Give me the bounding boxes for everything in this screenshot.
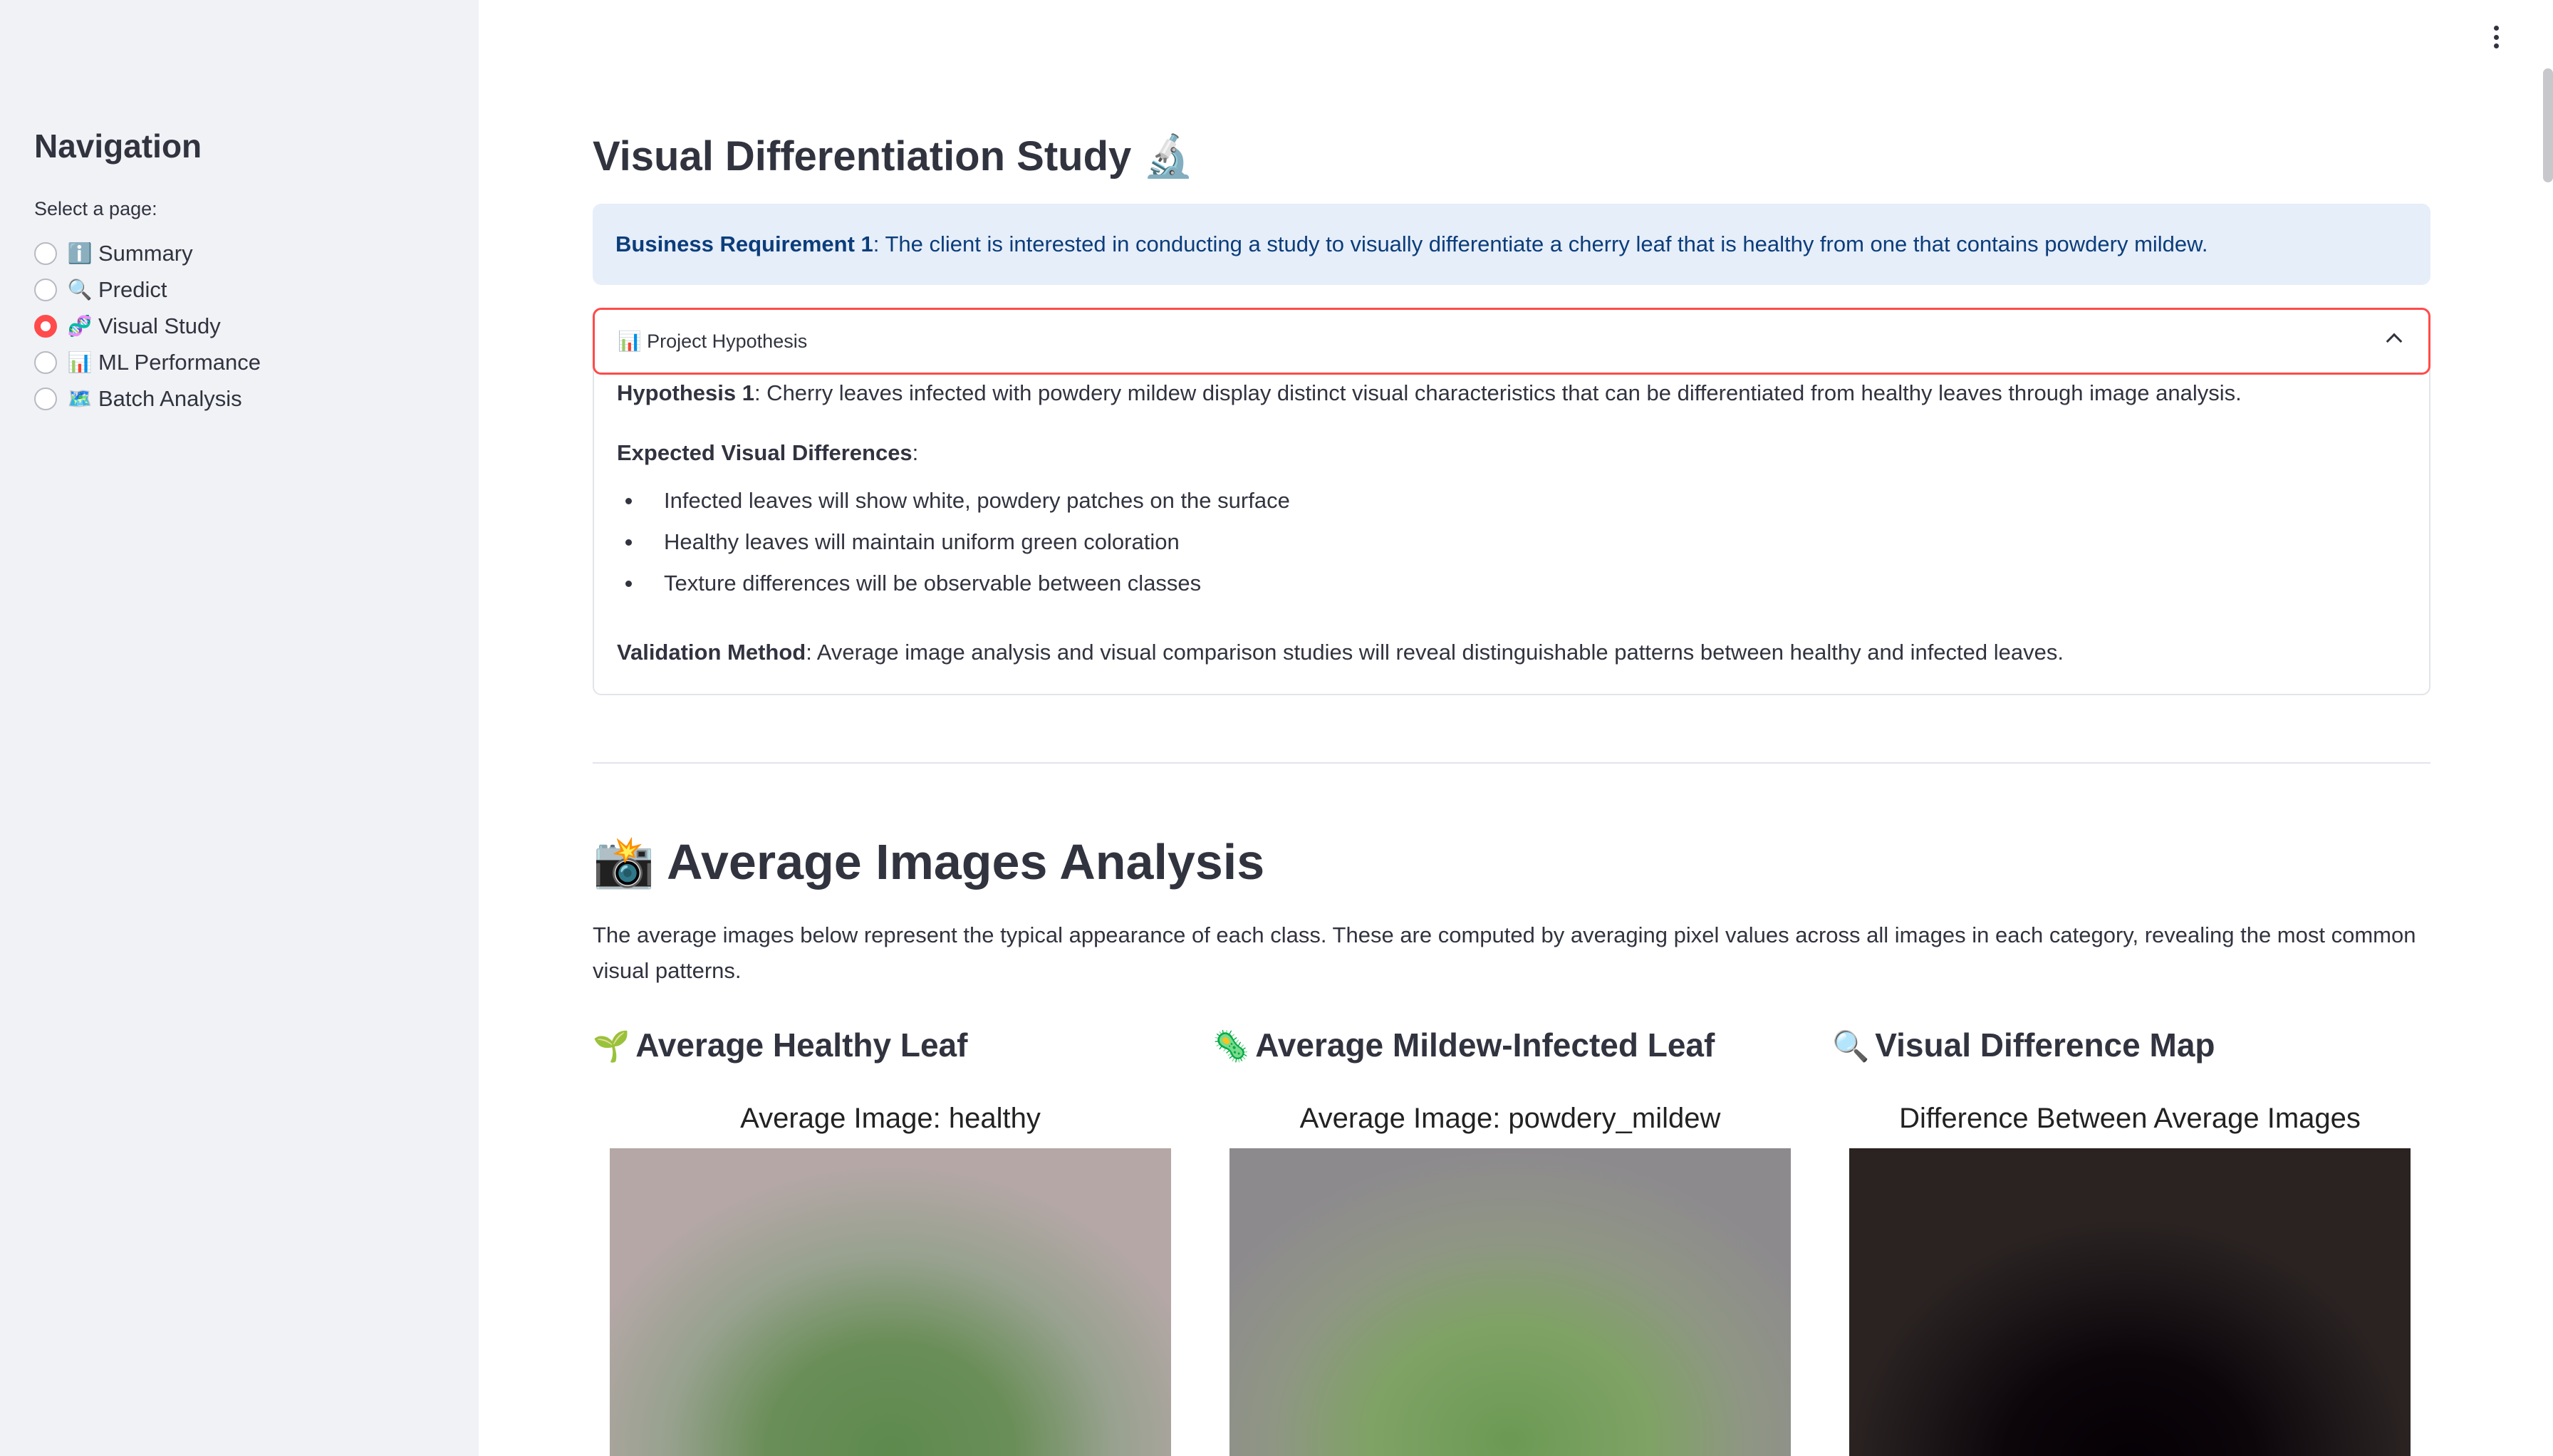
radio-ml-performance[interactable]: 📊 ML Performance (34, 344, 261, 380)
column-title: 🦠 Average Mildew-Infected Leaf (1212, 1026, 1811, 1064)
magnifier-icon: 🔍 (67, 279, 93, 301)
column-mildew: 🦠 Average Mildew-Infected Leaf Average Im… (1212, 1026, 1811, 1456)
magnifier-icon: 🔍 (1832, 1029, 1870, 1063)
radio-label: ML Performance (98, 349, 261, 375)
hypothesis-expander: 📊 Project Hypothesis Hypothesis 1: Cherr… (593, 308, 2430, 695)
expected-bold: Expected Visual Differences (617, 440, 912, 465)
hypothesis-bold: Hypothesis 1 (617, 380, 754, 405)
bullet-text: Healthy leaves will maintain uniform gre… (664, 529, 1180, 554)
radio-circle[interactable] (34, 350, 57, 374)
radio-circle[interactable] (34, 387, 57, 410)
info-text: : The client is interested in conducting… (873, 232, 2208, 256)
expected-heading: Expected Visual Differences: (617, 440, 918, 466)
page-select-label: Select a page: (34, 198, 157, 219)
column-difference: 🔍 Visual Difference Map Difference Betwee… (1832, 1026, 2430, 1456)
scrollbar-thumb[interactable] (2543, 68, 2553, 182)
bar-chart-icon: 📊 (67, 351, 93, 373)
info-icon: ℹ️ (67, 242, 93, 264)
list-item: Texture differences will be observable b… (617, 563, 1290, 604)
average-healthy-image (610, 1148, 1171, 1456)
bullet-dot (625, 497, 632, 504)
validation-bold: Validation Method (617, 640, 806, 665)
column-title: 🌱 Average Healthy Leaf (593, 1026, 1191, 1064)
radio-predict[interactable]: 🔍 Predict (34, 271, 261, 308)
radio-circle[interactable] (34, 241, 57, 265)
section-title-text: Average Images Analysis (667, 834, 1265, 890)
map-icon: 🗺️ (67, 388, 93, 410)
sidebar: Navigation Select a page: ℹ️ Summary 🔍 P… (0, 0, 479, 1456)
hypothesis-text: : Cherry leaves infected with powdery mi… (754, 380, 2242, 405)
radio-batch-analysis[interactable]: 🗺️ Batch Analysis (34, 380, 261, 417)
column-title: 🔍 Visual Difference Map (1832, 1026, 2430, 1064)
chevron-up-icon (2386, 333, 2403, 350)
divider (593, 762, 2430, 764)
business-requirement-info: Business Requirement 1: The client is in… (593, 204, 2430, 285)
column-title-text: Average Healthy Leaf (635, 1026, 968, 1064)
difference-map-image (1849, 1148, 2411, 1456)
main-menu-button[interactable] (2489, 23, 2503, 51)
expander-header-label: 📊 Project Hypothesis (618, 331, 808, 352)
bullet-text: Infected leaves will show white, powdery… (664, 488, 1290, 513)
dna-icon: 🧬 (67, 315, 93, 337)
column-title-text: Average Mildew-Infected Leaf (1255, 1026, 1715, 1064)
expander-header[interactable]: 📊 Project Hypothesis (593, 308, 2430, 375)
bullet-list: Infected leaves will show white, powdery… (617, 480, 1290, 604)
seedling-icon: 🌱 (593, 1029, 630, 1063)
menu-dot (2493, 34, 2499, 40)
figure-title: Average Image: powdery_mildew (1299, 1103, 1721, 1134)
radio-visual-study[interactable]: 🧬 Visual Study (34, 308, 261, 344)
section-title: 📸 Average Images Analysis (593, 833, 1264, 892)
section-description: The average images below represent the t… (593, 922, 2416, 983)
bullet-dot (625, 539, 632, 546)
info-bold: Business Requirement 1 (615, 232, 873, 256)
menu-dot (2493, 43, 2499, 48)
radio-summary[interactable]: ℹ️ Summary (34, 235, 261, 271)
validation-paragraph: Validation Method: Average image analysi… (617, 640, 2064, 665)
page-title: Visual Differentiation Study 🔬 (593, 133, 1195, 180)
list-item: Healthy leaves will maintain uniform gre… (617, 521, 1290, 563)
figure-title: Average Image: healthy (740, 1103, 1041, 1134)
radio-label: Visual Study (98, 313, 221, 338)
sidebar-title: Navigation (34, 128, 202, 165)
column-title-text: Visual Difference Map (1875, 1026, 2215, 1064)
column-healthy: 🌱 Average Healthy Leaf Average Image: hea… (593, 1026, 1191, 1456)
camera-icon: 📸 (593, 834, 655, 890)
average-mildew-image (1229, 1148, 1791, 1456)
list-item: Infected leaves will show white, powdery… (617, 480, 1290, 521)
radio-label: Summary (98, 240, 193, 266)
bullet-text: Texture differences will be observable b… (664, 571, 1202, 596)
radio-circle-selected[interactable] (34, 314, 57, 338)
hypothesis-paragraph: Hypothesis 1: Cherry leaves infected wit… (617, 380, 2242, 406)
radio-circle[interactable] (34, 278, 57, 301)
figure-title: Difference Between Average Images (1899, 1103, 2361, 1134)
page-radio-group: ℹ️ Summary 🔍 Predict 🧬 Visual Study 📊 ML… (34, 235, 261, 417)
bullet-dot (625, 580, 632, 587)
expected-colon: : (912, 440, 919, 465)
validation-text: : Average image analysis and visual comp… (806, 640, 2064, 665)
microbe-icon: 🦠 (1212, 1029, 1250, 1063)
radio-label: Predict (98, 276, 167, 302)
menu-dot (2493, 26, 2499, 31)
radio-label: Batch Analysis (98, 385, 242, 411)
